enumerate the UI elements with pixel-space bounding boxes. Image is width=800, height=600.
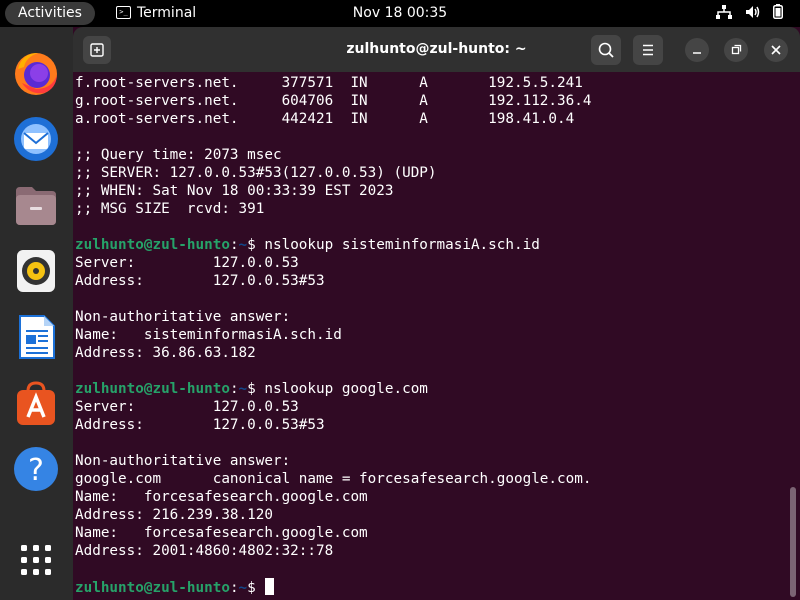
- show-applications-icon[interactable]: [12, 536, 60, 584]
- menu-button[interactable]: [633, 35, 663, 65]
- prompt-path: ~: [238, 580, 248, 596]
- thunderbird-icon[interactable]: [12, 115, 60, 163]
- new-tab-icon: [90, 43, 104, 57]
- app-menu-label: Terminal: [137, 5, 197, 21]
- maximize-icon: [731, 44, 742, 55]
- terminal-output[interactable]: f.root-servers.net. 377571 IN A 192.5.5.…: [75, 74, 793, 600]
- output-line: Server: 127.0.0.53: [75, 255, 299, 271]
- search-button[interactable]: [591, 35, 621, 65]
- close-icon: [771, 45, 781, 55]
- network-icon: [716, 4, 732, 23]
- output-line: ;; WHEN: Sat Nov 18 00:33:39 EST 2023: [75, 183, 394, 199]
- minimize-button[interactable]: [685, 38, 709, 62]
- output-line: Address: 127.0.0.53#53: [75, 273, 325, 289]
- clock[interactable]: Nov 18 00:35: [353, 5, 447, 21]
- output-line: Address: 2001:4860:4802:32::78: [75, 543, 334, 559]
- minimize-icon: [693, 52, 701, 54]
- new-tab-button[interactable]: [83, 36, 111, 64]
- prompt-dollar: $: [247, 237, 265, 253]
- svg-text:?: ?: [28, 453, 44, 488]
- close-button[interactable]: [764, 38, 788, 62]
- output-line: Address: 127.0.0.53#53: [75, 417, 325, 433]
- prompt-dollar: $: [247, 381, 265, 397]
- prompt-user-host: zulhunto@zul-hunto: [75, 237, 230, 253]
- output-line: ;; Query time: 2073 msec: [75, 147, 282, 163]
- terminal-icon: >_: [116, 5, 131, 19]
- libreoffice-writer-icon[interactable]: [12, 313, 60, 361]
- prompt-separator: :: [229, 580, 239, 596]
- prompt-path: ~: [238, 237, 248, 253]
- search-icon: [598, 42, 614, 58]
- output-line: Address: 36.86.63.182: [75, 345, 256, 361]
- prompt-line: zulhunto@zul-hunto:~$ nslookup google.co…: [75, 380, 793, 398]
- command-text: nslookup sisteminformasiA.sch.id: [264, 237, 540, 253]
- app-menu[interactable]: >_ Terminal: [116, 0, 196, 27]
- prompt-line: zulhunto@zul-hunto:~$: [75, 578, 793, 596]
- battery-icon: [773, 4, 783, 23]
- output-line: f.root-servers.net. 377571 IN A 192.5.5.…: [75, 75, 583, 91]
- ubuntu-software-icon[interactable]: [12, 379, 60, 427]
- output-line: Server: 127.0.0.53: [75, 399, 299, 415]
- prompt-user-host: zulhunto@zul-hunto: [75, 580, 230, 596]
- activities-button[interactable]: Activities: [5, 2, 95, 25]
- prompt-line: zulhunto@zul-hunto:~$ nslookup sisteminf…: [75, 236, 793, 254]
- system-menu[interactable]: [716, 0, 783, 27]
- firefox-icon[interactable]: [12, 49, 60, 97]
- volume-icon: [745, 5, 760, 23]
- output-line: g.root-servers.net. 604706 IN A 192.112.…: [75, 93, 592, 109]
- output-line: Name: forcesafesearch.google.com: [75, 489, 368, 505]
- output-line: Non-authoritative answer:: [75, 309, 291, 325]
- output-line: ;; MSG SIZE rcvd: 391: [75, 201, 265, 217]
- output-line: Name: sisteminformasiA.sch.id: [75, 327, 342, 343]
- text-cursor: [265, 578, 275, 595]
- output-line: google.com canonical name = forcesafesea…: [75, 471, 592, 487]
- dock: ?: [0, 27, 73, 600]
- output-line: Address: 216.239.38.120: [75, 507, 273, 523]
- prompt-user-host: zulhunto@zul-hunto: [75, 381, 230, 397]
- prompt-separator: :: [229, 237, 239, 253]
- maximize-button[interactable]: [724, 38, 748, 62]
- output-line: Non-authoritative answer:: [75, 453, 291, 469]
- files-icon[interactable]: [12, 181, 60, 229]
- command-text: nslookup google.com: [264, 381, 428, 397]
- prompt-path: ~: [238, 381, 248, 397]
- rhythmbox-icon[interactable]: [12, 247, 60, 295]
- header-bar[interactable]: zulhunto@zul-hunto: ~: [73, 27, 800, 72]
- output-line: ;; SERVER: 127.0.0.53#53(127.0.0.53) (UD…: [75, 165, 437, 181]
- help-icon[interactable]: ?: [12, 445, 60, 493]
- prompt-dollar: $: [247, 580, 265, 596]
- prompt-separator: :: [229, 381, 239, 397]
- terminal-window: zulhunto@zul-hunto: ~ f.root-servers.net…: [73, 27, 800, 600]
- top-bar: Activities >_ Terminal Nov 18 00:35: [0, 0, 800, 27]
- hamburger-menu-icon: [643, 44, 653, 56]
- scrollbar[interactable]: [790, 487, 796, 597]
- output-line: a.root-servers.net. 442421 IN A 198.41.0…: [75, 111, 575, 127]
- output-line: Name: forcesafesearch.google.com: [75, 525, 368, 541]
